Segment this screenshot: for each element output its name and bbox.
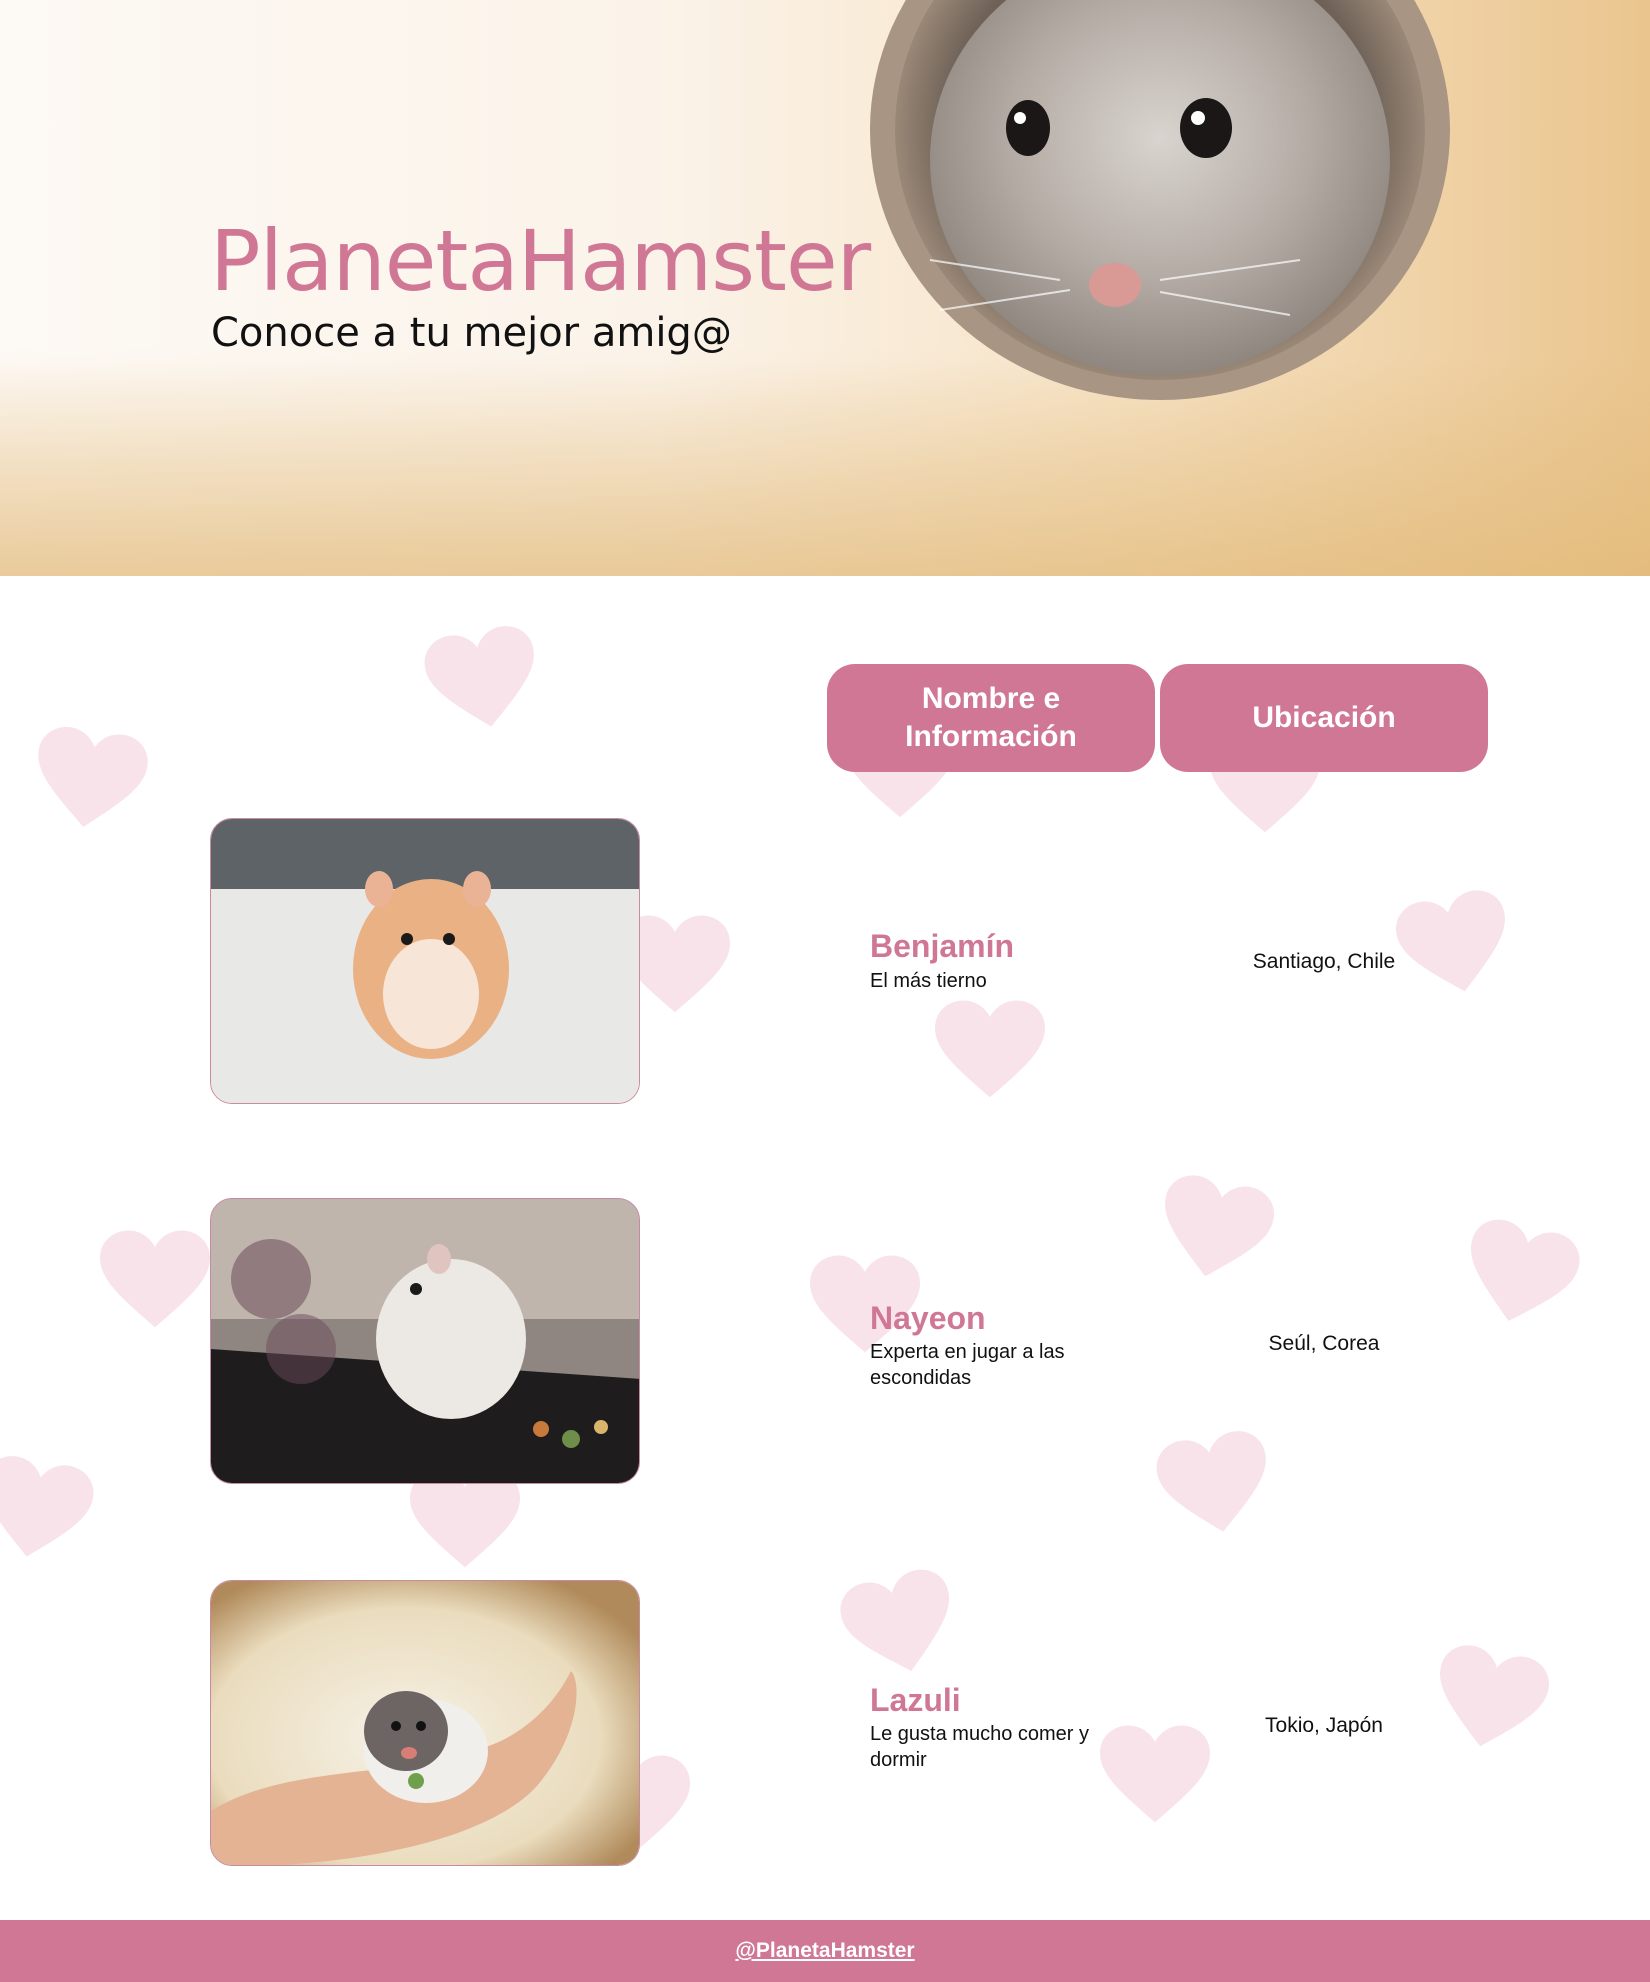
- footer: @PlanetaHamster: [0, 1920, 1650, 1982]
- footer-social-link[interactable]: @PlanetaHamster: [735, 1939, 914, 1963]
- hero-hamster-image: [870, 0, 1450, 400]
- pet-name: Nayeon: [870, 1300, 986, 1336]
- site-title: PlanetaHamster: [210, 212, 871, 310]
- heart-decoration: [1156, 1431, 1266, 1532]
- heart-decoration: [1395, 890, 1505, 992]
- heart-decoration: [935, 1000, 1045, 1098]
- heart-decoration: [1165, 1175, 1275, 1277]
- pet-location: Santiago, Chile: [1252, 950, 1396, 973]
- pet-description: Experta en jugar a las escondidas: [870, 1341, 1065, 1389]
- heart-decoration: [38, 727, 148, 827]
- heart-decoration: [1471, 1219, 1580, 1321]
- pet-description: El más tierno: [870, 970, 987, 992]
- pet-name: Benjamín: [870, 928, 1015, 964]
- site-subtitle: Conoce a tu mejor amig@: [211, 310, 732, 356]
- hamster-photo-lazuli: [210, 1580, 640, 1866]
- hamster-photo-benjamin: [210, 818, 640, 1104]
- header-location: Ubicación: [1160, 664, 1488, 772]
- hero-banner: PlanetaHamster Conoce a tu mejor amig@: [0, 0, 1650, 576]
- pet-location: Tokio, Japón: [1265, 1714, 1383, 1737]
- heart-decoration: [840, 1569, 949, 1671]
- heart-decoration: [100, 1230, 210, 1328]
- pet-location: Seúl, Corea: [1268, 1332, 1380, 1355]
- heart-decoration: [1440, 1645, 1550, 1747]
- pet-name: Lazuli: [870, 1682, 961, 1718]
- heart-decoration: [410, 1470, 520, 1568]
- heart-decoration: [424, 626, 534, 727]
- heart-decoration: [0, 1456, 94, 1557]
- header-name-info: Nombre e Información: [827, 664, 1155, 772]
- hamster-photo-nayeon: [210, 1198, 640, 1484]
- pet-description: Le gusta mucho comer y dormir: [870, 1723, 1089, 1771]
